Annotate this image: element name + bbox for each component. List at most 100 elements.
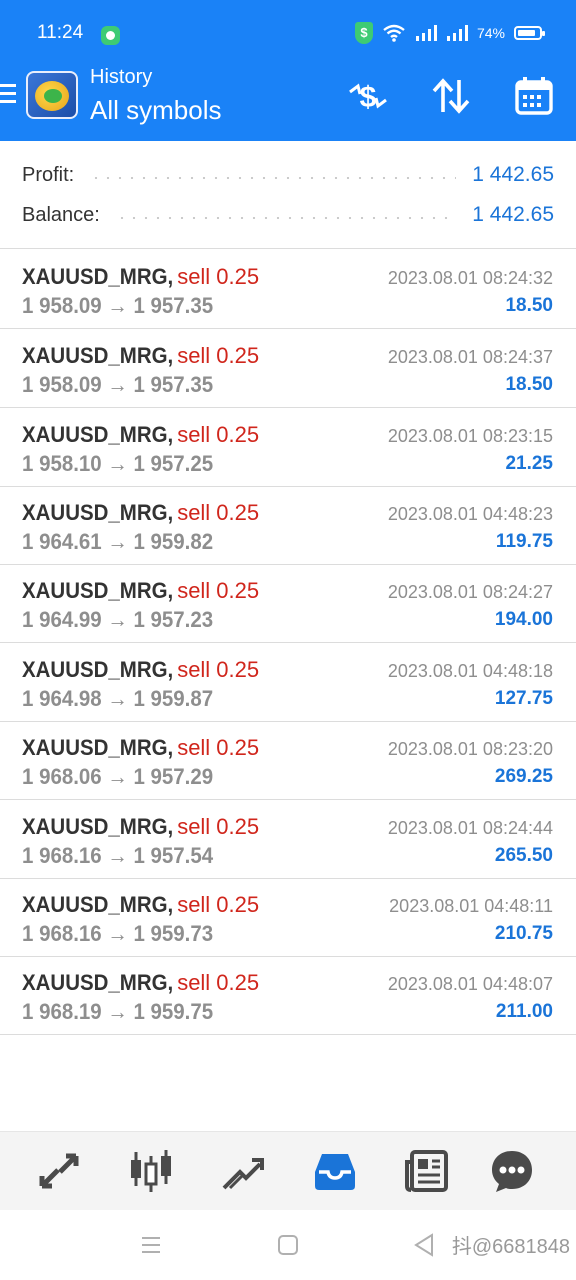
deal-prices: 1 968.06 → 1 957.29 xyxy=(22,764,214,789)
status-bar: 11:24 $ 74% xyxy=(0,0,576,66)
quotes-icon xyxy=(39,1153,79,1189)
deal-prices: 1 958.09 → 1 957.35 xyxy=(22,293,214,318)
profit-value: 1 442.65 xyxy=(472,163,554,186)
deal-symbol: XAUUSD_MRG, xyxy=(22,970,174,995)
deal-datetime: 2023.08.01 04:48:07 xyxy=(387,974,553,994)
app-header: 11:24 $ 74% History All symbols $ xyxy=(0,0,576,141)
recents-button[interactable] xyxy=(136,1230,166,1260)
deal-profit: 127.75 xyxy=(494,688,553,709)
deal-symbol: XAUUSD_MRG, xyxy=(22,657,174,682)
profit-label: Profit: xyxy=(22,163,75,186)
period-button[interactable] xyxy=(512,76,556,116)
sort-button[interactable] xyxy=(429,76,473,116)
nav-history[interactable] xyxy=(310,1146,360,1196)
balance-label: Balance: xyxy=(22,203,100,226)
deal-profit: 194.00 xyxy=(494,609,553,630)
nav-chart[interactable] xyxy=(126,1146,176,1196)
deal-datetime: 2023.08.01 08:24:32 xyxy=(387,268,553,288)
shield-dollar-icon: $ xyxy=(354,22,373,44)
deal-row[interactable]: XAUUSD_MRG, sell 0.25 1 964.99 → 1 957.2… xyxy=(0,564,576,643)
deal-symbol: XAUUSD_MRG, xyxy=(22,814,174,839)
svg-text:$: $ xyxy=(360,81,377,114)
deal-datetime: 2023.08.01 04:48:11 xyxy=(389,896,553,916)
deal-side: sell 0.25 xyxy=(177,422,260,447)
deal-side: sell 0.25 xyxy=(177,343,260,368)
balance-value: 1 442.65 xyxy=(472,203,554,226)
menu-button[interactable] xyxy=(0,84,18,108)
app-logo xyxy=(26,71,78,119)
news-icon xyxy=(405,1150,448,1192)
deal-side: sell 0.25 xyxy=(177,814,260,839)
history-icon xyxy=(315,1154,355,1190)
nav-messages[interactable] xyxy=(487,1146,537,1196)
deal-side: sell 0.25 xyxy=(177,657,260,682)
deal-row[interactable]: XAUUSD_MRG, sell 0.25 1 958.09 → 1 957.3… xyxy=(0,329,576,408)
nav-news[interactable] xyxy=(402,1146,452,1196)
deal-row[interactable]: XAUUSD_MRG, sell 0.25 1 968.06 → 1 957.2… xyxy=(0,721,576,800)
deal-prices: 1 964.61 → 1 959.82 xyxy=(22,529,214,554)
deal-datetime: 2023.08.01 04:48:23 xyxy=(387,504,553,524)
signal-1-icon xyxy=(415,25,437,41)
battery-icon xyxy=(514,26,545,40)
deal-symbol: XAUUSD_MRG, xyxy=(22,578,174,603)
messages-icon xyxy=(492,1151,532,1192)
deal-row[interactable]: XAUUSD_MRG, sell 0.25 1 964.61 → 1 959.8… xyxy=(0,486,576,565)
deal-datetime: 2023.08.01 08:24:44 xyxy=(387,818,553,838)
summary-panel: Profit: 1 442.65 Balance: 1 442.65 xyxy=(0,141,576,249)
notification-app-icon xyxy=(101,26,120,45)
deposit-withdraw-button[interactable]: $ xyxy=(346,76,390,116)
deal-row[interactable]: XAUUSD_MRG, sell 0.25 1 968.19 → 1 959.7… xyxy=(0,956,576,1035)
deal-row[interactable]: XAUUSD_MRG, sell 0.25 1 958.09 → 1 957.3… xyxy=(0,250,576,329)
deal-prices: 1 958.09 → 1 957.35 xyxy=(22,372,214,397)
deal-row[interactable]: XAUUSD_MRG, sell 0.25 1 958.10 → 1 957.2… xyxy=(0,408,576,487)
sort-arrows-icon xyxy=(432,78,470,114)
nav-trade[interactable] xyxy=(218,1146,268,1196)
deal-profit: 21.25 xyxy=(505,453,553,474)
deal-side: sell 0.25 xyxy=(177,970,260,995)
wifi-icon xyxy=(383,24,405,42)
symbol-filter[interactable]: All symbols xyxy=(90,95,221,126)
deal-side: sell 0.25 xyxy=(177,264,260,289)
recents-icon xyxy=(142,1237,160,1253)
status-time: 11:24 xyxy=(37,22,84,43)
calendar-icon xyxy=(515,77,553,115)
deal-prices: 1 968.16 → 1 959.73 xyxy=(22,921,214,946)
signal-2-icon xyxy=(446,25,468,41)
deal-profit: 265.50 xyxy=(494,845,553,866)
status-icons: $ 74% xyxy=(354,22,545,44)
battery-percent: 74% xyxy=(476,25,505,41)
deal-prices: 1 958.10 → 1 957.25 xyxy=(22,451,214,476)
deal-profit: 119.75 xyxy=(495,531,553,552)
home-button[interactable] xyxy=(273,1230,303,1260)
back-icon xyxy=(414,1233,433,1257)
deal-side: sell 0.25 xyxy=(177,578,260,603)
trade-icon xyxy=(222,1158,264,1190)
watermark-text: 抖@6681848 xyxy=(451,1236,570,1258)
deal-row[interactable]: XAUUSD_MRG, sell 0.25 1 968.16 → 1 957.5… xyxy=(0,800,576,879)
leader-dots xyxy=(115,217,457,219)
deal-datetime: 2023.08.01 08:23:20 xyxy=(387,739,553,759)
deal-profit: 269.25 xyxy=(494,766,553,787)
chart-icon xyxy=(131,1150,171,1192)
deal-symbol: XAUUSD_MRG, xyxy=(22,343,174,368)
leader-dots xyxy=(90,177,457,179)
deal-datetime: 2023.08.01 08:24:27 xyxy=(387,582,553,602)
deal-side: sell 0.25 xyxy=(177,892,260,917)
deal-row[interactable]: XAUUSD_MRG, sell 0.25 1 968.16 → 1 959.7… xyxy=(0,878,576,957)
home-icon xyxy=(278,1235,298,1255)
deal-prices: 1 964.99 → 1 957.23 xyxy=(22,607,214,632)
deal-profit: 18.50 xyxy=(505,295,553,316)
back-button[interactable] xyxy=(410,1230,440,1260)
deal-row[interactable]: XAUUSD_MRG, sell 0.25 1 964.98 → 1 959.8… xyxy=(0,643,576,722)
deal-datetime: 2023.08.01 08:23:15 xyxy=(387,426,553,446)
profit-row: Profit: 1 442.65 xyxy=(22,160,554,190)
page-title: History xyxy=(90,66,153,88)
deal-profit: 211.00 xyxy=(495,1001,553,1022)
deal-symbol: XAUUSD_MRG, xyxy=(22,735,174,760)
deal-symbol: XAUUSD_MRG, xyxy=(22,264,174,289)
nav-quotes[interactable] xyxy=(34,1146,84,1196)
system-navigation-bar: 抖@6681848 xyxy=(0,1210,576,1280)
deal-prices: 1 968.16 → 1 957.54 xyxy=(22,843,214,868)
dollar-arrows-icon: $ xyxy=(349,81,387,114)
bottom-navigation xyxy=(0,1131,576,1210)
